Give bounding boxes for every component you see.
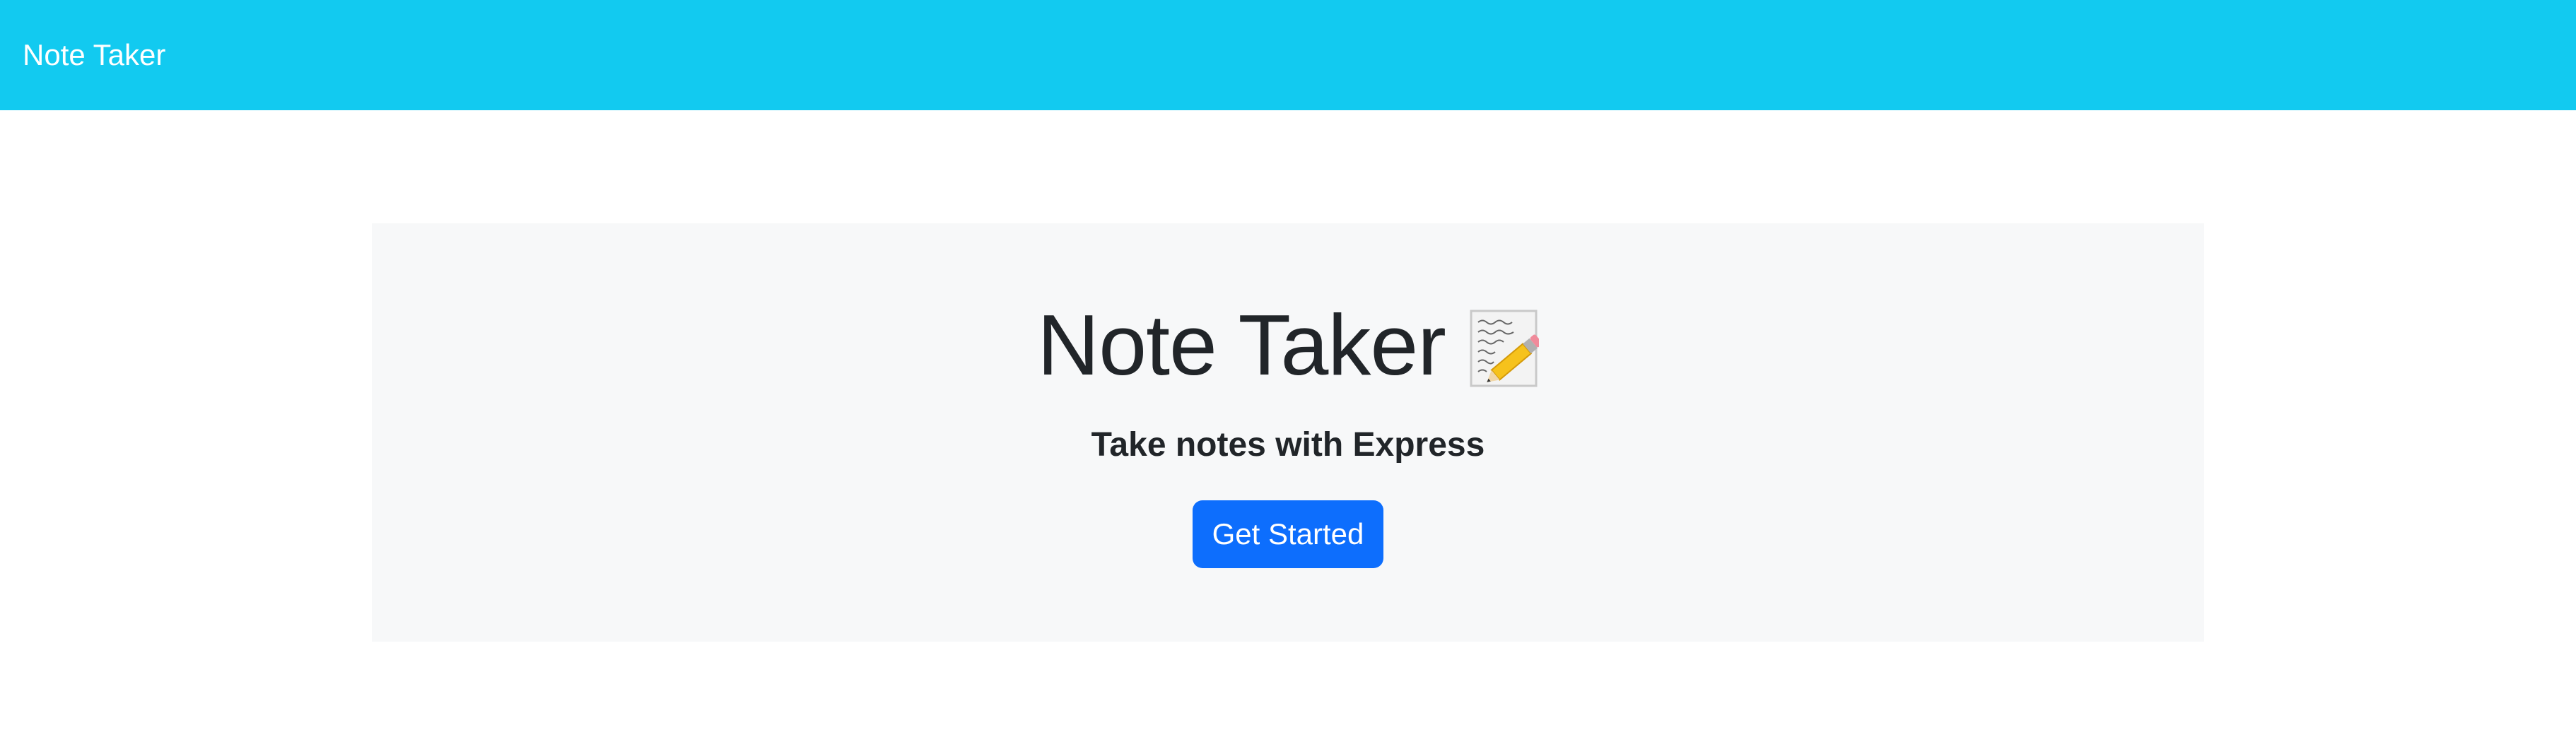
get-started-button[interactable]: Get Started [1193,500,1383,568]
memo-icon [1470,310,1542,389]
hero-title: Note Taker [1037,297,1446,393]
hero-jumbotron: Note Taker Take notes with Express Get S… [372,223,2204,642]
navbar-brand-link[interactable]: Note Taker [23,38,165,72]
navbar: Note Taker [0,0,2576,110]
hero-title-row: Note Taker [1037,295,1542,394]
hero-subtitle: Take notes with Express [1091,426,1485,464]
